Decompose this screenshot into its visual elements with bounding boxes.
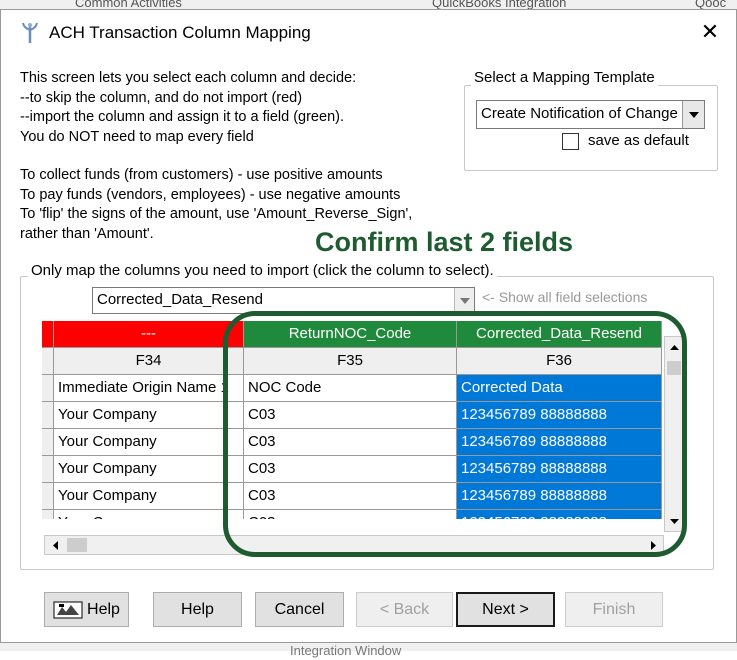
template-group-label: Select a Mapping Template <box>471 69 658 86</box>
background-bottom-label: Integration Window <box>290 643 402 658</box>
window-title: ACH Transaction Column Mapping <box>49 23 311 42</box>
mapping-template-select[interactable]: Create Notification of Change <box>476 100 705 129</box>
background-tab-common-activities: Common Activities <box>75 0 182 9</box>
table-cell[interactable]: Immediate Origin Name 1 <box>54 375 244 402</box>
help-icon <box>53 601 83 618</box>
row-marker <box>42 510 54 519</box>
mapping-dialog: ACH Transaction Column Mapping ✕ This sc… <box>0 9 737 643</box>
annotation-text: Confirm last 2 fields <box>315 227 574 257</box>
title-bar: ACH Transaction Column Mapping ✕ <box>1 10 736 54</box>
row-marker <box>42 456 54 483</box>
help-icon-button[interactable]: Help <box>44 592 129 627</box>
save-default-label: save as default <box>588 132 689 149</box>
table-cell[interactable]: Your Company <box>54 402 244 429</box>
row-marker <box>42 321 54 348</box>
help-button[interactable]: Help <box>153 592 242 627</box>
back-button[interactable]: < Back <box>356 592 453 627</box>
mapping-template-value: Create Notification of Change <box>481 105 678 122</box>
close-button[interactable]: ✕ <box>687 14 733 50</box>
chevron-down-icon[interactable] <box>454 288 474 313</box>
row-marker <box>42 402 54 429</box>
field-header-f34[interactable]: F34 <box>54 348 244 375</box>
app-icon <box>22 22 38 43</box>
row-marker <box>42 375 54 402</box>
table-cell[interactable]: Your Company <box>54 510 244 519</box>
show-all-fields-label[interactable]: <- Show all field selections <box>482 289 647 305</box>
instructions-mapping: This screen lets you select each column … <box>20 70 357 145</box>
field-select-value: Corrected_Data_Resend <box>97 291 263 308</box>
horizontal-scroll-thumb[interactable] <box>67 538 87 552</box>
background-app-bottom: Integration Window <box>0 642 737 658</box>
row-marker <box>42 429 54 456</box>
table-cell[interactable]: Your Company <box>54 456 244 483</box>
table-cell[interactable]: Your Company <box>54 429 244 456</box>
background-tab-quickbooks-integration: QuickBooks Integration <box>432 0 567 9</box>
table-cell[interactable]: Your Company <box>54 483 244 510</box>
mapping-header-f34[interactable]: --- <box>54 321 244 348</box>
columns-group-label: Only map the columns you need to import … <box>28 262 497 279</box>
chevron-down-icon[interactable] <box>682 101 704 128</box>
next-button[interactable]: Next > <box>456 592 555 627</box>
field-select[interactable]: Corrected_Data_Resend <box>92 287 475 314</box>
help-icon-button-label: Help <box>87 600 120 618</box>
background-tab-partial: Qooc <box>695 0 727 9</box>
row-marker <box>42 348 54 375</box>
finish-button[interactable]: Finish <box>565 592 663 627</box>
save-default-checkbox[interactable] <box>562 133 579 150</box>
scroll-left-icon[interactable] <box>45 536 65 554</box>
annotation-highlight-box <box>223 311 687 557</box>
row-marker <box>42 483 54 510</box>
cancel-button[interactable]: Cancel <box>255 592 344 627</box>
